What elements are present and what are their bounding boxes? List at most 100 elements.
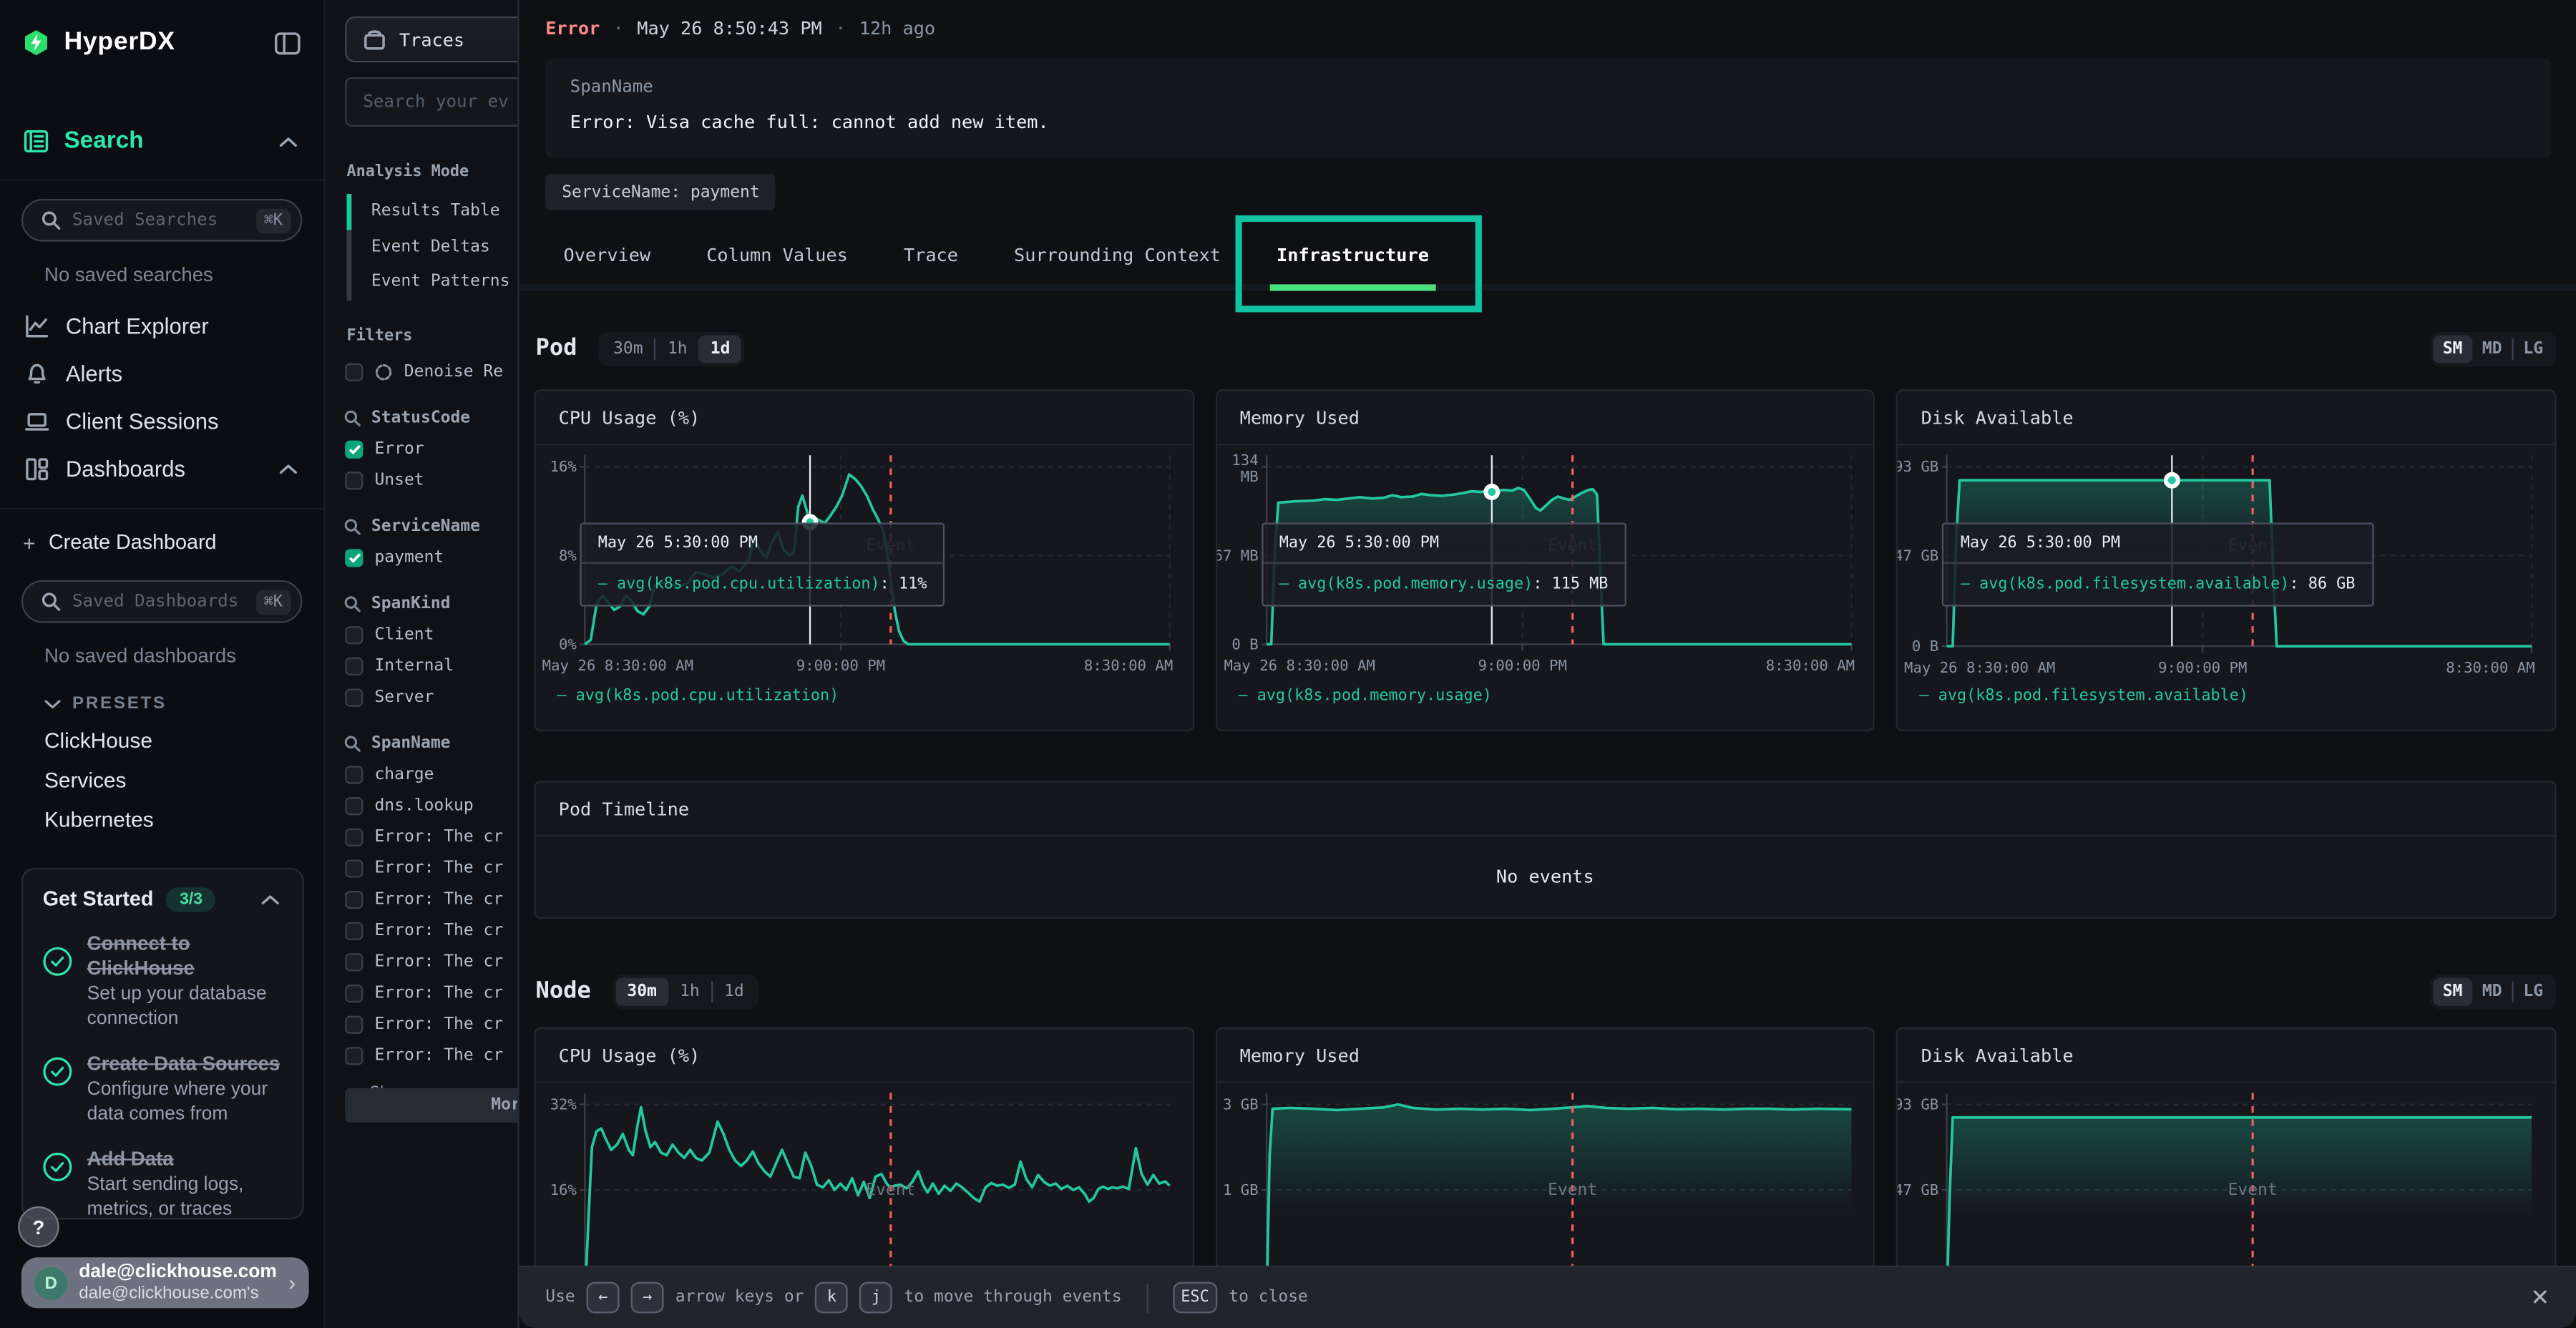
preset-kubernetes[interactable]: Kubernetes [44,807,323,831]
esc-key[interactable]: ESC [1173,1282,1217,1314]
shortcut-badge: ⌘K [255,589,291,613]
chevron-up-icon[interactable] [256,886,283,912]
k-key[interactable]: k [816,1282,849,1314]
checkbox[interactable] [345,1047,363,1065]
get-started-item[interactable]: Connect to ClickHouse Set up your databa… [43,932,283,1032]
mode-event-deltas[interactable]: Event Deltas [346,229,509,264]
filter-label: Client [374,626,434,644]
get-started-item[interactable]: Add Data Start sending logs, metrics, or… [43,1147,283,1220]
analysis-mode-label: Analysis Mode [346,162,469,180]
get-started-title: Get Started [43,887,154,910]
range-30m[interactable]: 30m [602,334,655,362]
get-started-item-desc: Configure where your data comes from [87,1078,283,1128]
collapse-sidebar-icon[interactable] [274,29,301,56]
help-button[interactable]: ? [18,1206,59,1247]
sidebar-item-label: Alerts [66,361,122,386]
filter-label: Error: The cr [374,985,503,1002]
chart-title: Memory Used [1217,1029,1874,1083]
sidebar-item-search[interactable]: Search [0,118,323,164]
mode-results-table[interactable]: Results Table [346,194,509,229]
footer-text: Use [545,1289,575,1307]
sidebar-item-dashboards[interactable]: Dashboards [0,445,323,493]
get-started-item-title: Create Data Sources [87,1052,283,1076]
close-icon[interactable]: ✕ [2530,1284,2550,1312]
preset-services[interactable]: Services [44,768,323,792]
tab-infrastructure[interactable]: Infrastructure [1254,227,1452,284]
checkbox[interactable] [345,658,363,675]
range-1d[interactable]: 1d [713,977,756,1005]
get-started-item[interactable]: Create Data Sources Configure where your… [43,1052,283,1127]
size-md[interactable]: MD [2472,977,2512,1005]
checkbox[interactable] [345,766,363,783]
range-30m[interactable]: 30m [615,977,668,1005]
node-cpu-chart[interactable]: 32%16%Event [552,1083,1176,1277]
svg-text:9:00:00 PM: 9:00:00 PM [1478,657,1566,674]
svg-text:8:30:00 AM: 8:30:00 AM [2446,659,2535,676]
chart-explorer-icon [23,313,49,340]
pod-disk-chart-card: Disk Available 93 GB47 GB0 BMay 26 8:30:… [1896,389,2556,731]
presets-toggle[interactable]: PRESETS [44,693,323,713]
divider [0,508,323,509]
node-section-title: Node [535,978,590,1005]
detail-tabs: Overview Column Values Trace Surrounding… [540,227,2576,291]
checkbox[interactable] [345,953,363,971]
checkbox[interactable] [345,859,363,877]
search-icon [41,588,61,615]
size-lg[interactable]: LG [2514,977,2553,1005]
j-key[interactable]: j [860,1282,893,1314]
checkbox[interactable] [345,891,363,909]
sidebar-item-alerts[interactable]: Alerts [0,350,323,398]
get-started-item-desc: Start sending logs, metrics, or traces [87,1173,283,1220]
saved-dashboards-input[interactable] [72,592,244,612]
mode-event-patterns[interactable]: Event Patterns [346,265,509,300]
range-1d[interactable]: 1d [699,334,742,362]
size-md[interactable]: MD [2472,334,2512,362]
size-sm[interactable]: SM [2433,977,2472,1005]
node-memory-chart[interactable]: 3 GB1 GBEvent [1233,1083,1857,1277]
pod-memory-chart-card: Memory Used 134MB67 MB0 BMay 26 8:30:00 … [1215,389,1875,731]
arrow-right-key[interactable]: → [631,1282,664,1314]
filter-label: Internal [374,658,454,675]
preset-clickhouse[interactable]: ClickHouse [44,728,323,753]
checkbox[interactable] [345,441,363,459]
pod-timeline-empty: No events [535,836,2555,917]
checkbox[interactable] [345,922,363,940]
checkbox[interactable] [345,688,363,706]
checkbox[interactable] [345,549,363,567]
service-name-tag[interactable]: ServiceName: payment [545,174,776,210]
checkbox[interactable] [345,472,363,489]
size-sm[interactable]: SM [2433,334,2472,362]
chart-title: CPU Usage (%) [535,1029,1192,1083]
checkbox[interactable] [345,829,363,846]
arrow-left-key[interactable]: ← [587,1282,620,1314]
sidebar-item-label: Client Sessions [66,409,219,434]
svg-text:32%: 32% [550,1095,577,1113]
checkbox[interactable] [345,985,363,1002]
node-disk-chart[interactable]: 93 GB47 GBEvent [1915,1083,2539,1277]
size-lg[interactable]: LG [2514,334,2553,362]
saved-searches-search[interactable]: ⌘K [21,199,303,242]
sidebar-item-client-sessions[interactable]: Client Sessions [0,398,323,446]
range-1h[interactable]: 1h [668,977,711,1005]
saved-searches-input[interactable] [72,210,244,230]
footer-text: to close [1229,1289,1308,1307]
tab-surrounding-context[interactable]: Surrounding Context [991,227,1244,284]
tab-overview[interactable]: Overview [540,227,673,284]
chart-tooltip: May 26 5:30:00 PM — avg(k8s.pod.filesyst… [1943,522,2373,606]
range-1h[interactable]: 1h [656,334,699,362]
checkbox[interactable] [345,363,363,381]
sidebar-item-chart-explorer[interactable]: Chart Explorer [0,303,323,351]
dashboards-icon [23,456,49,482]
create-dashboard-button[interactable]: + Create Dashboard [0,522,323,562]
pod-charts-row: CPU Usage (%) 16%8%0%May 26 8:30:00 AM9:… [534,389,2556,731]
sidebar-item-label: Dashboards [66,457,185,482]
node-section-header: Node 30m 1h 1d SM MD LG [535,970,2556,1012]
user-menu[interactable]: D dale@clickhouse.com dale@clickhouse.co… [21,1257,309,1308]
checkbox[interactable] [345,626,363,644]
saved-dashboards-search[interactable]: ⌘K [21,580,303,623]
checkbox[interactable] [345,797,363,815]
checkbox[interactable] [345,1016,363,1034]
tab-trace[interactable]: Trace [881,227,981,284]
node-size-toggle: SM MD LG [2429,974,2556,1008]
tab-column-values[interactable]: Column Values [683,227,871,284]
